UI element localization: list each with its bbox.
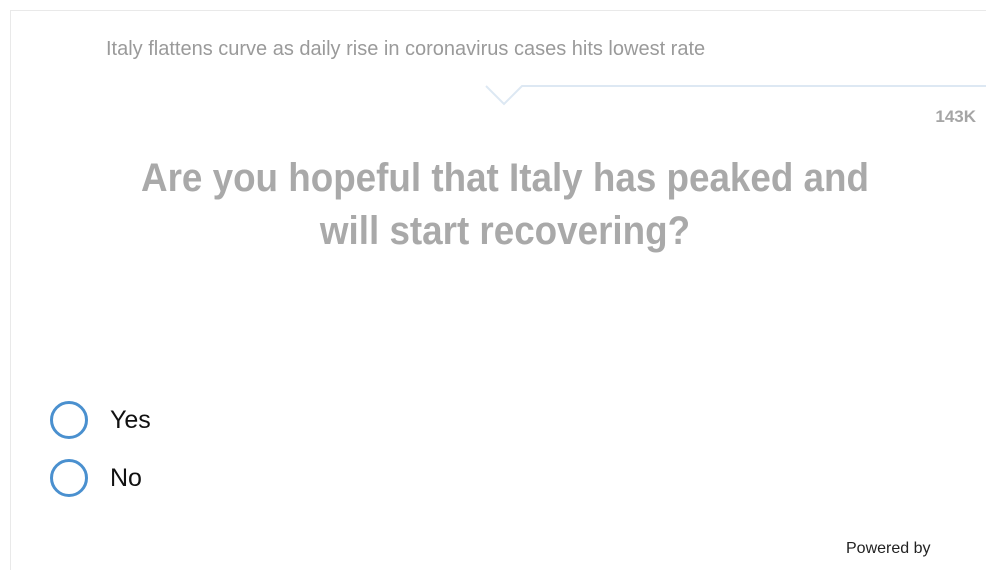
poll-question: Are you hopeful that Italy has peaked an… xyxy=(141,156,869,253)
article-headline-link[interactable]: Italy flattens curve as daily rise in co… xyxy=(106,38,705,61)
radio-circle-icon[interactable] xyxy=(50,401,88,439)
headline-divider xyxy=(485,85,986,106)
vote-count: 143K xyxy=(935,107,976,126)
option-label: No xyxy=(110,463,142,492)
radio-circle-icon[interactable] xyxy=(50,459,88,497)
option-no[interactable]: No xyxy=(50,455,151,501)
option-yes[interactable]: Yes xyxy=(50,397,151,443)
option-label: Yes xyxy=(110,405,151,434)
powered-by-label[interactable]: Powered by xyxy=(846,540,931,558)
poll-options: Yes No xyxy=(50,397,151,513)
